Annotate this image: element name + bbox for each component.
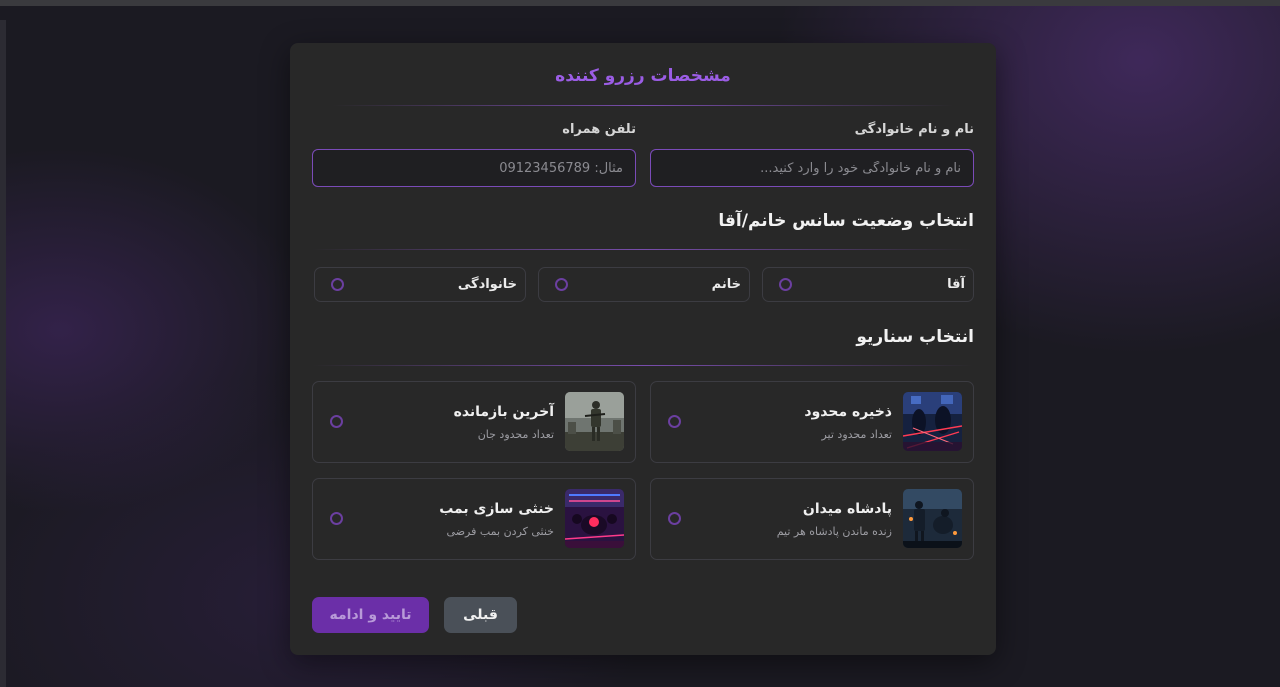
scenario-title: ذخیره محدود xyxy=(804,404,892,420)
scenario-subtitle: تعداد محدود جان xyxy=(477,428,554,441)
scenario-title: آخرین بازمانده xyxy=(453,404,554,420)
scenario-divider xyxy=(312,365,974,366)
session-divider xyxy=(312,249,974,250)
session-option-men[interactable]: آقا xyxy=(762,267,974,302)
last-survivor-image xyxy=(565,392,624,451)
radio-button[interactable] xyxy=(330,512,343,525)
back-button[interactable]: قبلی xyxy=(444,597,517,633)
radio-button[interactable] xyxy=(668,512,681,525)
session-section-title: انتخاب وضعیت سانس خانم/آقا xyxy=(718,211,974,231)
scenario-card-bomb-defuse[interactable]: خنثی سازی بمب خنثی کردن بمب فرضی xyxy=(312,478,636,560)
session-option-family[interactable]: خانوادگی xyxy=(314,267,526,302)
radio-button[interactable] xyxy=(330,415,343,428)
booking-form-card: مشخصات رزرو کننده نام و نام خانوادگی تلف… xyxy=(290,43,996,655)
radio-button[interactable] xyxy=(555,278,568,291)
session-option-label: خانوادگی xyxy=(457,277,517,292)
session-option-label: آقا xyxy=(947,277,965,292)
name-label: نام و نام خانوادگی xyxy=(854,122,974,137)
phone-label: تلفن همراه xyxy=(562,122,636,137)
session-option-label: خانم xyxy=(711,277,741,292)
radio-button[interactable] xyxy=(779,278,792,291)
king-of-field-image xyxy=(903,489,962,548)
name-input[interactable] xyxy=(650,149,974,187)
limited-ammo-image xyxy=(903,392,962,451)
phone-input[interactable] xyxy=(312,149,636,187)
session-option-women[interactable]: خانم xyxy=(538,267,750,302)
form-title: مشخصات رزرو کننده xyxy=(555,66,731,86)
radio-button[interactable] xyxy=(668,415,681,428)
bomb-defuse-image xyxy=(565,489,624,548)
window-left-edge xyxy=(0,20,6,687)
scenario-subtitle: خنثی کردن بمب فرضی xyxy=(446,525,554,538)
scenario-subtitle: تعداد محدود تیر xyxy=(821,428,892,441)
scenario-subtitle: زنده ماندن پادشاه هر تیم xyxy=(776,525,892,538)
confirm-continue-button[interactable]: تایید و ادامه xyxy=(312,597,429,633)
scenario-card-last-survivor[interactable]: آخرین بازمانده تعداد محدود جان xyxy=(312,381,636,463)
scenario-title: خنثی سازی بمب xyxy=(439,501,554,517)
scenario-section-title: انتخاب سناریو xyxy=(856,327,974,347)
radio-button[interactable] xyxy=(331,278,344,291)
scenario-title: پادشاه میدان xyxy=(802,501,892,517)
title-divider xyxy=(332,105,954,106)
window-top-bar xyxy=(0,0,1280,6)
scenario-card-limited-ammo[interactable]: ذخیره محدود تعداد محدود تیر xyxy=(650,381,974,463)
scenario-card-king-of-field[interactable]: پادشاه میدان زنده ماندن پادشاه هر تیم xyxy=(650,478,974,560)
